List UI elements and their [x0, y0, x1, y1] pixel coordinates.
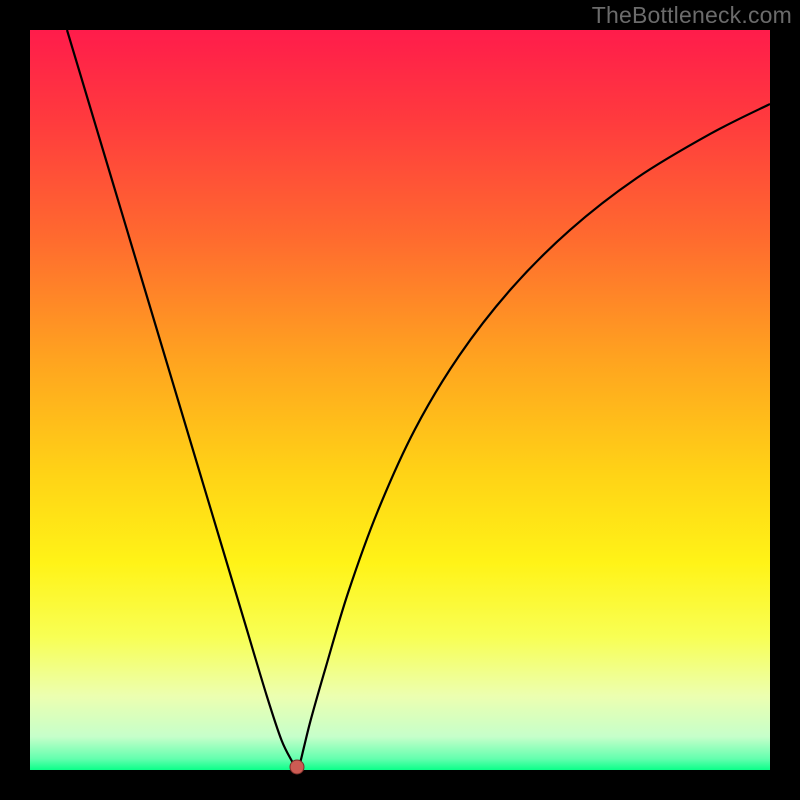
frame-bottom [0, 770, 800, 800]
frame-left [0, 0, 30, 800]
plot-area [30, 30, 770, 770]
watermark-text: TheBottleneck.com [592, 2, 792, 29]
frame-right [770, 0, 800, 800]
bottleneck-chart [0, 0, 800, 800]
optimum-marker [290, 760, 304, 774]
